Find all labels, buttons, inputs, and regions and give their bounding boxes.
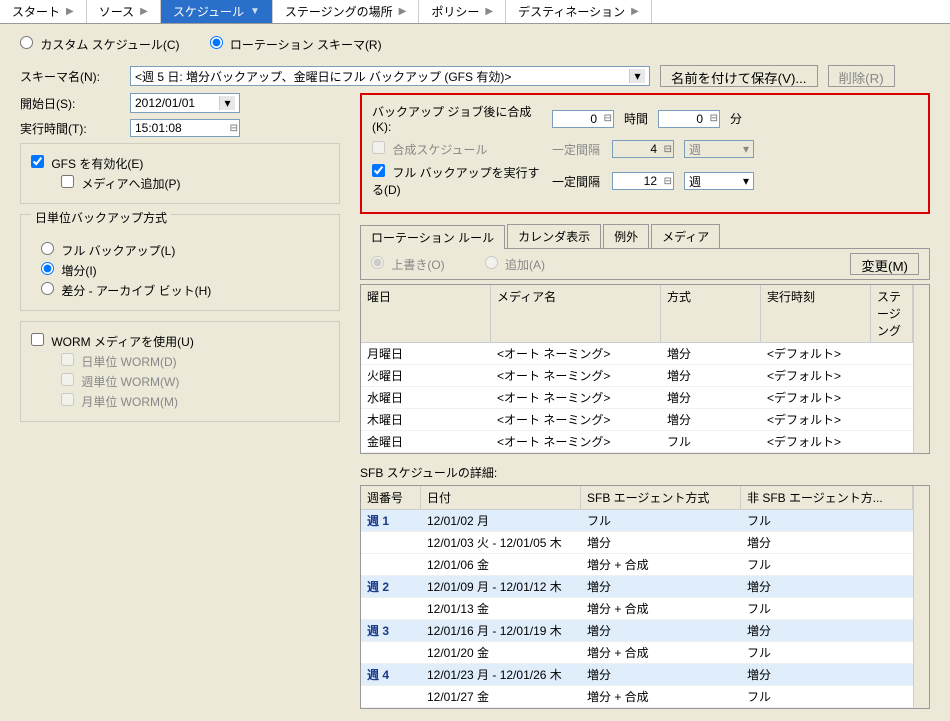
table-row[interactable]: 週 212/01/09 月 - 12/01/12 木増分増分 — [361, 576, 913, 598]
synthetic-full-box: バックアップ ジョブ後に合成(K): 0 時間 0 分 合成スケジュール 一定間… — [360, 93, 930, 214]
save-as-button[interactable]: 名前を付けて保存(V)... — [660, 65, 818, 87]
chevron-right-icon: ▶ — [66, 6, 74, 17]
radio-append: 追加(A) — [485, 256, 545, 273]
table-row[interactable]: 週 312/01/16 月 - 12/01/19 木増分増分 — [361, 620, 913, 642]
radio-full-backup[interactable]: フル バックアップ(L) — [41, 242, 175, 259]
delete-button[interactable]: 削除(R) — [828, 65, 895, 87]
table-row[interactable]: 12/01/03 火 - 12/01/05 木増分増分 — [361, 532, 913, 554]
chevron-down-icon: ▾ — [219, 96, 235, 110]
radio-differential[interactable]: 差分 - アーカイブ ビット(H) — [41, 282, 211, 299]
col-sfb-agent[interactable]: SFB エージェント方式 — [581, 486, 741, 509]
table-row[interactable]: 週 112/01/02 月フルフル — [361, 510, 913, 532]
radio-custom-schedule[interactable]: カスタム スケジュール(C) — [20, 36, 180, 53]
subtab-calendar[interactable]: カレンダ表示 — [507, 224, 601, 248]
chevron-down-icon: ▼ — [250, 6, 260, 17]
table-row[interactable]: 月曜日<オート ネーミング>増分<デフォルト> — [361, 343, 913, 365]
scrollbar[interactable] — [913, 285, 929, 453]
chevron-down-icon: ▾ — [743, 142, 749, 156]
exec-time-spinner[interactable]: 15:01:08 — [130, 119, 240, 137]
schema-name-label: スキーマ名(N): — [20, 68, 120, 85]
table-row[interactable]: 火曜日<オート ネーミング>増分<デフォルト> — [361, 365, 913, 387]
table-row[interactable]: 週 412/01/23 月 - 12/01/26 木増分増分 — [361, 664, 913, 686]
tab-schedule[interactable]: スケジュール▼ — [161, 0, 273, 23]
table-row[interactable]: 金曜日<オート ネーミング>フル<デフォルト> — [361, 431, 913, 453]
interval2-unit-select[interactable]: 週▾ — [684, 172, 754, 190]
table-row[interactable]: 12/01/06 金増分 + 合成フル — [361, 554, 913, 576]
exec-time-label: 実行時間(T): — [20, 120, 120, 137]
table-row[interactable]: 12/01/20 金増分 + 合成フル — [361, 642, 913, 664]
start-date-picker[interactable]: 2012/01/01▾ — [130, 93, 240, 113]
rotation-subtabs: ローテーション ルール カレンダ表示 例外 メディア — [360, 224, 930, 249]
table-row[interactable]: 水曜日<オート ネーミング>増分<デフォルト> — [361, 387, 913, 409]
radio-overwrite: 上書き(O) — [371, 256, 445, 273]
checkbox-worm-month: 月単位 WORM(M) — [61, 393, 178, 410]
after-job-hours-spinner[interactable]: 0 — [552, 110, 614, 128]
col-media[interactable]: メディア名 — [491, 285, 661, 342]
col-staging[interactable]: ステージング — [871, 285, 913, 342]
schema-name-combo[interactable]: <週 5 日: 増分バックアップ、金曜日にフル バックアップ (GFS 有効)>… — [130, 66, 650, 86]
subtab-exceptions[interactable]: 例外 — [603, 224, 649, 248]
subtab-media[interactable]: メディア — [651, 224, 720, 248]
mins-label: 分 — [730, 110, 742, 127]
checkbox-run-full[interactable]: フル バックアップを実行する(D) — [372, 164, 542, 198]
col-week[interactable]: 週番号 — [361, 486, 421, 509]
chevron-right-icon: ▶ — [399, 6, 407, 17]
subtab-rotation-rules[interactable]: ローテーション ルール — [360, 225, 505, 249]
interval1-unit-select: 週▾ — [684, 140, 754, 158]
tab-policy[interactable]: ポリシー▶ — [419, 0, 506, 23]
col-day[interactable]: 曜日 — [361, 285, 491, 342]
change-button[interactable]: 変更(M) — [850, 253, 919, 275]
interval1-spinner: 4 — [612, 140, 674, 158]
hours-label: 時間 — [624, 110, 648, 127]
interval2-label: 一定間隔 — [552, 173, 602, 190]
col-non-sfb-agent[interactable]: 非 SFB エージェント方... — [741, 486, 913, 509]
sfb-title: SFB スケジュールの詳細: — [360, 464, 930, 481]
checkbox-synth-schedule: 合成スケジュール — [372, 141, 542, 158]
table-row[interactable]: 木曜日<オート ネーミング>増分<デフォルト> — [361, 409, 913, 431]
chevron-right-icon: ▶ — [631, 6, 639, 17]
table-row[interactable]: 12/01/13 金増分 + 合成フル — [361, 598, 913, 620]
tab-destination[interactable]: デスティネーション▶ — [506, 0, 652, 23]
interval2-spinner[interactable]: 12 — [612, 172, 674, 190]
table-row[interactable]: 12/01/27 金増分 + 合成フル — [361, 686, 913, 708]
interval1-label: 一定間隔 — [552, 141, 602, 158]
sfb-table: 週番号 日付 SFB エージェント方式 非 SFB エージェント方... 週 1… — [360, 485, 930, 709]
wizard-tabs: スタート▶ ソース▶ スケジュール▼ ステージングの場所▶ ポリシー▶ デスティ… — [0, 0, 950, 24]
chevron-right-icon: ▶ — [140, 6, 148, 17]
radio-rotation-schema[interactable]: ローテーション スキーマ(R) — [210, 36, 382, 53]
col-method[interactable]: 方式 — [661, 285, 761, 342]
checkbox-enable-gfs[interactable]: GFS を有効化(E) — [31, 155, 143, 172]
chevron-right-icon: ▶ — [485, 6, 493, 17]
checkbox-worm-week: 週単位 WORM(W) — [61, 373, 179, 390]
radio-incremental[interactable]: 増分(I) — [41, 262, 97, 279]
after-job-mins-spinner[interactable]: 0 — [658, 110, 720, 128]
day-method-legend: 日単位バックアップ方式 — [31, 209, 171, 226]
checkbox-use-worm[interactable]: WORM メディアを使用(U) — [31, 333, 194, 350]
col-date[interactable]: 日付 — [421, 486, 581, 509]
rotation-table: 曜日 メディア名 方式 実行時刻 ステージング 月曜日<オート ネーミング>増分… — [360, 284, 930, 454]
start-date-label: 開始日(S): — [20, 95, 120, 112]
chevron-down-icon: ▾ — [629, 69, 645, 83]
after-job-label: バックアップ ジョブ後に合成(K): — [372, 103, 542, 134]
scrollbar[interactable] — [913, 486, 929, 708]
checkbox-add-media[interactable]: メディアへ追加(P) — [61, 175, 181, 192]
tab-staging[interactable]: ステージングの場所▶ — [273, 0, 419, 23]
checkbox-worm-day: 日単位 WORM(D) — [61, 353, 177, 370]
col-time[interactable]: 実行時刻 — [761, 285, 871, 342]
tab-source[interactable]: ソース▶ — [87, 0, 161, 23]
chevron-down-icon: ▾ — [743, 174, 749, 188]
tab-start[interactable]: スタート▶ — [0, 0, 87, 23]
